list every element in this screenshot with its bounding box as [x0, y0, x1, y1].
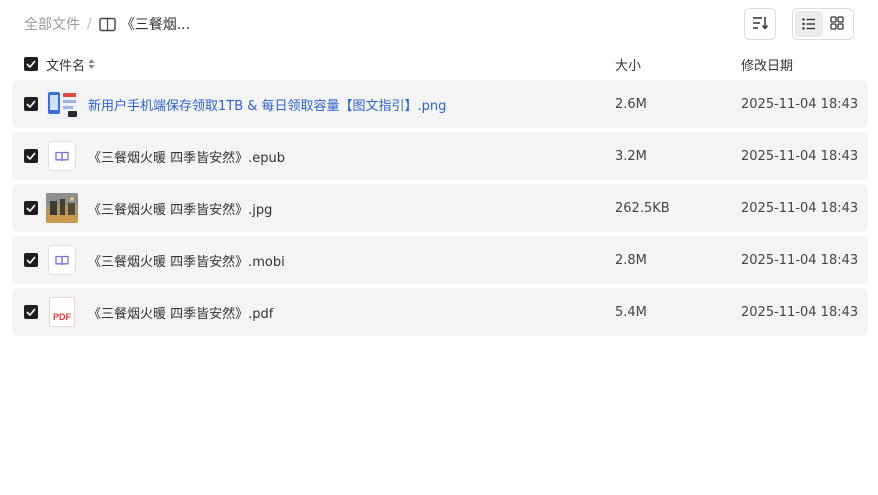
list-view-button[interactable]	[795, 11, 823, 37]
file-row[interactable]: PDF 《三餐烟火暖 四季皆安然》.pdf 5.4M 2025-11-04 18…	[12, 288, 868, 336]
file-modified-date: 2025-11-04 18:43	[741, 304, 859, 320]
view-toolbar	[744, 8, 854, 40]
column-header-size[interactable]: 大小	[615, 55, 641, 74]
ebook-file-icon	[46, 245, 78, 275]
column-header-name-label: 文件名	[46, 58, 86, 74]
file-size: 2.8M	[615, 252, 647, 268]
file-row[interactable]: 《三餐烟火暖 四季皆安然》.mobi 2.8M 2025-11-04 18:43	[12, 236, 868, 284]
breadcrumb-separator: /	[87, 16, 92, 32]
file-modified-date: 2025-11-04 18:43	[741, 200, 859, 216]
file-modified-date: 2025-11-04 18:43	[741, 148, 859, 164]
file-size: 262.5KB	[615, 200, 670, 216]
file-size: 5.4M	[615, 304, 647, 320]
file-size: 3.2M	[615, 148, 647, 164]
breadcrumb-current-folder: 《三餐烟...	[120, 17, 191, 33]
row-checkbox[interactable]	[24, 305, 38, 319]
file-list: 新用户手机端保存领取1TB & 每日领取容量【图文指引】.png 2.6M 20…	[12, 80, 868, 340]
file-modified-date: 2025-11-04 18:43	[741, 96, 859, 112]
column-header-name[interactable]: 文件名	[46, 55, 95, 74]
sort-toggle-icon[interactable]	[88, 58, 95, 70]
select-all-checkbox[interactable]	[24, 57, 38, 71]
file-name[interactable]: 《三餐烟火暖 四季皆安然》.mobi	[88, 251, 285, 270]
row-checkbox[interactable]	[24, 253, 38, 267]
file-name[interactable]: 《三餐烟火暖 四季皆安然》.epub	[88, 147, 285, 166]
image-thumbnail	[46, 89, 78, 119]
file-row[interactable]: 新用户手机端保存领取1TB & 每日领取容量【图文指引】.png 2.6M 20…	[12, 80, 868, 128]
grid-icon	[830, 15, 844, 34]
file-size: 2.6M	[615, 96, 647, 112]
file-modified-date: 2025-11-04 18:43	[741, 252, 859, 268]
breadcrumb: 全部文件 / 《三餐烟...	[24, 13, 190, 35]
file-name[interactable]: 《三餐烟火暖 四季皆安然》.pdf	[88, 303, 273, 322]
pdf-file-icon: PDF	[46, 297, 78, 327]
sort-order-button[interactable]	[744, 8, 776, 40]
column-header-date[interactable]: 修改日期	[741, 55, 793, 74]
sort-lines-icon	[752, 15, 769, 34]
ebook-file-icon	[46, 141, 78, 171]
file-list-header: 文件名 大小 修改日期	[12, 52, 868, 76]
list-icon	[802, 15, 816, 34]
grid-view-button[interactable]	[823, 11, 851, 37]
row-checkbox[interactable]	[24, 97, 38, 111]
file-name-link[interactable]: 新用户手机端保存领取1TB & 每日领取容量【图文指引】.png	[88, 95, 446, 114]
view-mode-switch	[792, 8, 854, 40]
file-row[interactable]: 《三餐烟火暖 四季皆安然》.jpg 262.5KB 2025-11-04 18:…	[12, 184, 868, 232]
file-name[interactable]: 《三餐烟火暖 四季皆安然》.jpg	[88, 199, 272, 218]
row-checkbox[interactable]	[24, 149, 38, 163]
image-thumbnail	[46, 193, 78, 223]
row-checkbox[interactable]	[24, 201, 38, 215]
pdf-label: PDF	[53, 312, 71, 322]
file-row[interactable]: 《三餐烟火暖 四季皆安然》.epub 3.2M 2025-11-04 18:43	[12, 132, 868, 180]
breadcrumb-root-all-files[interactable]: 全部文件	[24, 14, 80, 34]
book-icon	[99, 15, 117, 33]
